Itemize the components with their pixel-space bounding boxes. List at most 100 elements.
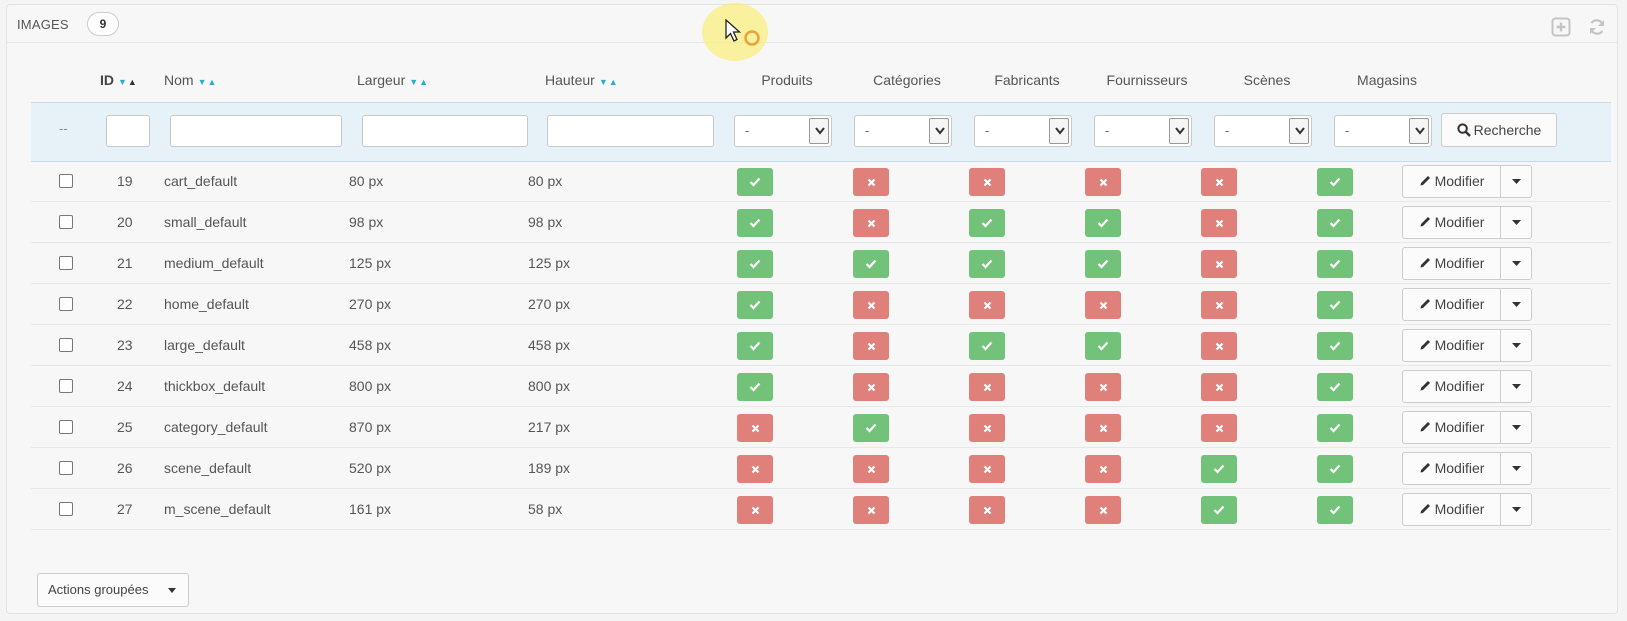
status-suppliers[interactable] xyxy=(1085,209,1121,237)
filter-scenes-select[interactable]: - xyxy=(1214,115,1312,147)
status-scenes[interactable] xyxy=(1201,168,1237,196)
col-header-height[interactable]: Hauteur ▼▲ xyxy=(545,65,619,95)
row-checkbox[interactable] xyxy=(59,461,73,475)
status-scenes[interactable] xyxy=(1201,332,1237,360)
status-categories[interactable] xyxy=(853,332,889,360)
sort-icon[interactable]: ▼▲ xyxy=(409,77,429,87)
status-stores[interactable] xyxy=(1317,168,1353,196)
filter-width-input[interactable] xyxy=(362,115,528,147)
status-categories[interactable] xyxy=(853,414,889,442)
edit-button[interactable]: Modifier xyxy=(1403,412,1501,443)
status-categories[interactable] xyxy=(853,168,889,196)
status-products[interactable] xyxy=(737,250,773,278)
status-stores[interactable] xyxy=(1317,414,1353,442)
status-manufacturers[interactable] xyxy=(969,414,1005,442)
status-manufacturers[interactable] xyxy=(969,332,1005,360)
row-checkbox[interactable] xyxy=(59,502,73,516)
status-manufacturers[interactable] xyxy=(969,168,1005,196)
row-checkbox[interactable] xyxy=(59,174,73,188)
status-stores[interactable] xyxy=(1317,455,1353,483)
status-scenes[interactable] xyxy=(1201,496,1237,524)
status-categories[interactable] xyxy=(853,209,889,237)
col-header-id[interactable]: ID ▼▲ xyxy=(100,65,138,95)
status-products[interactable] xyxy=(737,332,773,360)
status-scenes[interactable] xyxy=(1201,455,1237,483)
edit-button[interactable]: Modifier xyxy=(1403,166,1501,197)
search-button[interactable]: Recherche xyxy=(1441,113,1557,147)
status-suppliers[interactable] xyxy=(1085,496,1121,524)
status-manufacturers[interactable] xyxy=(969,250,1005,278)
status-stores[interactable] xyxy=(1317,373,1353,401)
edit-button[interactable]: Modifier xyxy=(1403,248,1501,279)
status-stores[interactable] xyxy=(1317,332,1353,360)
row-actions-dropdown[interactable] xyxy=(1502,371,1532,402)
row-actions-dropdown[interactable] xyxy=(1502,248,1532,279)
status-suppliers[interactable] xyxy=(1085,414,1121,442)
edit-button[interactable]: Modifier xyxy=(1403,207,1501,238)
status-categories[interactable] xyxy=(853,291,889,319)
filter-id-input[interactable] xyxy=(106,115,150,147)
filter-height-input[interactable] xyxy=(547,115,714,147)
col-header-width[interactable]: Largeur ▼▲ xyxy=(357,65,429,95)
status-categories[interactable] xyxy=(853,373,889,401)
row-actions-dropdown[interactable] xyxy=(1502,207,1532,238)
bulk-actions-button[interactable]: Actions groupées xyxy=(37,573,189,607)
filter-suppliers-select[interactable]: - xyxy=(1094,115,1192,147)
status-scenes[interactable] xyxy=(1201,373,1237,401)
row-checkbox[interactable] xyxy=(59,215,73,229)
sort-icon[interactable]: ▼▲ xyxy=(198,77,218,87)
row-actions-dropdown[interactable] xyxy=(1502,330,1532,361)
row-actions-dropdown[interactable] xyxy=(1502,166,1532,197)
filter-products-select[interactable]: - xyxy=(734,115,832,147)
status-manufacturers[interactable] xyxy=(969,455,1005,483)
status-stores[interactable] xyxy=(1317,209,1353,237)
row-checkbox[interactable] xyxy=(59,379,73,393)
status-stores[interactable] xyxy=(1317,250,1353,278)
row-actions-dropdown[interactable] xyxy=(1502,412,1532,443)
col-header-name[interactable]: Nom ▼▲ xyxy=(164,65,217,95)
edit-button[interactable]: Modifier xyxy=(1403,453,1501,484)
status-manufacturers[interactable] xyxy=(969,496,1005,524)
status-suppliers[interactable] xyxy=(1085,455,1121,483)
status-suppliers[interactable] xyxy=(1085,291,1121,319)
filter-categories-select[interactable]: - xyxy=(854,115,952,147)
filter-manufacturers-select[interactable]: - xyxy=(974,115,1072,147)
status-suppliers[interactable] xyxy=(1085,250,1121,278)
status-products[interactable] xyxy=(737,291,773,319)
status-scenes[interactable] xyxy=(1201,414,1237,442)
status-manufacturers[interactable] xyxy=(969,291,1005,319)
status-scenes[interactable] xyxy=(1201,209,1237,237)
status-categories[interactable] xyxy=(853,455,889,483)
refresh-icon[interactable] xyxy=(1587,17,1607,37)
edit-button[interactable]: Modifier xyxy=(1403,289,1501,320)
status-scenes[interactable] xyxy=(1201,291,1237,319)
status-suppliers[interactable] xyxy=(1085,332,1121,360)
row-actions-dropdown[interactable] xyxy=(1502,289,1532,320)
edit-button[interactable]: Modifier xyxy=(1403,371,1501,402)
status-categories[interactable] xyxy=(853,250,889,278)
status-suppliers[interactable] xyxy=(1085,168,1121,196)
edit-button[interactable]: Modifier xyxy=(1403,494,1501,525)
plus-square-icon[interactable] xyxy=(1551,17,1571,37)
sort-icon[interactable]: ▼▲ xyxy=(118,77,138,87)
row-checkbox[interactable] xyxy=(59,338,73,352)
filter-name-input[interactable] xyxy=(170,115,342,147)
status-categories[interactable] xyxy=(853,496,889,524)
filter-stores-select[interactable]: - xyxy=(1334,115,1432,147)
row-actions-dropdown[interactable] xyxy=(1502,494,1532,525)
status-products[interactable] xyxy=(737,168,773,196)
sort-icon[interactable]: ▼▲ xyxy=(599,77,619,87)
status-suppliers[interactable] xyxy=(1085,373,1121,401)
status-stores[interactable] xyxy=(1317,496,1353,524)
edit-button[interactable]: Modifier xyxy=(1403,330,1501,361)
status-products[interactable] xyxy=(737,209,773,237)
status-manufacturers[interactable] xyxy=(969,209,1005,237)
status-stores[interactable] xyxy=(1317,291,1353,319)
status-products[interactable] xyxy=(737,373,773,401)
status-scenes[interactable] xyxy=(1201,250,1237,278)
row-checkbox[interactable] xyxy=(59,256,73,270)
status-products[interactable] xyxy=(737,496,773,524)
row-checkbox[interactable] xyxy=(59,420,73,434)
row-actions-dropdown[interactable] xyxy=(1502,453,1532,484)
status-products[interactable] xyxy=(737,455,773,483)
